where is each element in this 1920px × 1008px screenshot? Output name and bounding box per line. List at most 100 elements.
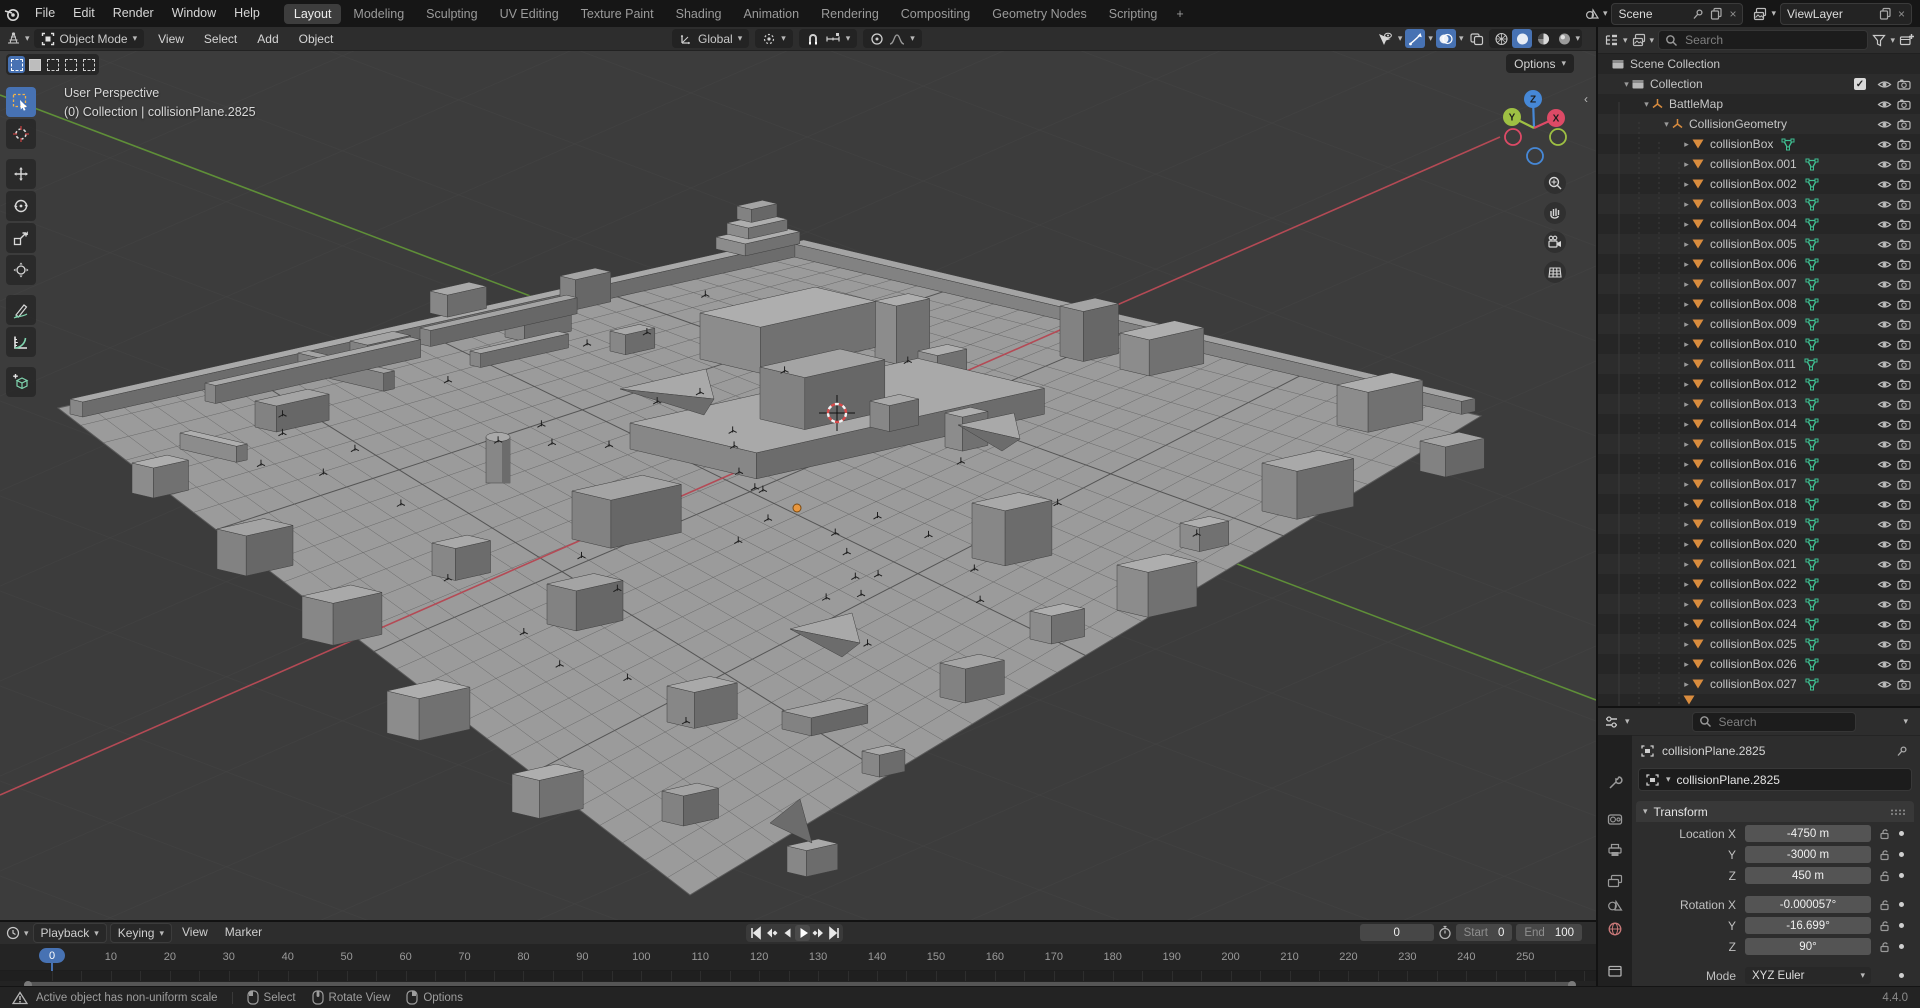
chevron-right-icon[interactable]: ▸ [1682,559,1691,570]
properties-tab-tool[interactable] [1601,770,1629,795]
outliner-item-label[interactable]: collisionBox.020 [1710,537,1797,551]
chevron-right-icon[interactable]: ▸ [1682,619,1691,630]
animate-dot[interactable] [1899,852,1904,857]
filter-icon[interactable] [1872,34,1886,47]
properties-tab-scene[interactable] [1601,893,1629,918]
chevron-right-icon[interactable]: ▸ [1682,359,1691,370]
hide-eye-icon[interactable] [1874,359,1894,370]
disable-render-icon[interactable] [1894,358,1914,370]
chevron-right-icon[interactable]: ▸ [1682,659,1691,670]
frame-start-field[interactable]: Start 0 [1456,924,1513,941]
disable-render-icon[interactable] [1894,278,1914,290]
workspace-tab-animation[interactable]: Animation [734,4,810,24]
properties-tab-collection[interactable] [1601,958,1629,983]
camera-view-button[interactable] [1544,231,1566,253]
outliner-row[interactable]: ▸collisionBox.025 [1598,634,1920,654]
gizmo-axis-z[interactable]: Z [1524,90,1542,108]
tool-measure[interactable] [6,327,36,357]
transform-value-field[interactable]: -0.000057° [1745,896,1871,913]
outliner-item-label[interactable]: BattleMap [1669,97,1723,111]
select-mode-invert[interactable] [62,56,79,73]
stopwatch-icon[interactable] [1438,925,1452,940]
outliner-row[interactable]: ▸ collisionBox.021 [1598,554,1920,574]
timeline-ruler[interactable]: 1020304050607080901001101201301401501601… [0,944,1596,971]
outliner-row[interactable]: ▸collisionBox.010 [1598,334,1920,354]
chevron-right-icon[interactable]: ▸ [1682,259,1691,270]
disable-render-icon[interactable] [1894,118,1914,130]
outliner-row[interactable]: ▸collisionBox [1598,134,1920,154]
transform-value-field[interactable]: 90° [1745,938,1871,955]
outliner-item-label[interactable]: collisionBox.026 [1710,657,1797,671]
timeline-menu-playback[interactable]: Playback▾ [33,923,107,943]
object-name-field[interactable]: ▾ collisionPlane.2825 [1638,768,1912,791]
chevron-right-icon[interactable]: ▸ [1682,599,1691,610]
disable-render-icon[interactable] [1894,318,1914,330]
disable-render-icon[interactable] [1894,78,1914,90]
chevron-right-icon[interactable]: ▸ [1682,579,1691,590]
outliner-item-label[interactable]: collisionBox.005 [1710,237,1797,251]
transform-value-field[interactable]: -3000 m [1745,846,1871,863]
disable-render-icon[interactable] [1894,658,1914,670]
hide-eye-icon[interactable] [1874,659,1894,670]
outliner-row[interactable]: ▸collisionBox.002 [1598,174,1920,194]
outliner-row[interactable]: ▸collisionBox.001 [1598,154,1920,174]
disable-render-icon[interactable] [1894,138,1914,150]
hide-eye-icon[interactable] [1874,139,1894,150]
hide-eye-icon[interactable] [1874,519,1894,530]
tool-scale[interactable] [6,223,36,253]
blender-logo-icon[interactable] [0,0,26,27]
overlays-toggle[interactable] [1436,29,1456,48]
workspace-tab-uv-editing[interactable]: UV Editing [490,4,569,24]
hide-eye-icon[interactable] [1874,219,1894,230]
mode-dropdown[interactable]: Object Mode ▾ [34,29,145,48]
viewlayer-name[interactable]: ViewLayer [1787,7,1873,21]
chevron-right-icon[interactable]: ▸ [1682,339,1691,350]
next-key-button[interactable] [811,925,826,941]
copy-icon[interactable] [1710,7,1723,20]
properties-options-icon[interactable]: ▾ [1903,716,1908,727]
add-workspace-button[interactable]: + [1169,4,1190,24]
outliner-item-label[interactable]: collisionBox.016 [1710,457,1797,471]
select-mode-extend[interactable] [26,56,43,73]
outliner-item-label[interactable]: collisionBox.021 [1710,557,1797,571]
rotation-mode-dropdown[interactable]: XYZ Euler▾ [1745,967,1871,984]
current-frame-badge[interactable]: 0 [39,948,65,963]
chevron-right-icon[interactable]: ▸ [1682,299,1691,310]
pin-icon[interactable] [1896,745,1908,757]
orientation-dropdown[interactable]: Global ▾ [672,29,749,48]
drag-dots-icon[interactable] [1889,808,1907,816]
outliner-item-label[interactable]: collisionBox.027 [1710,677,1797,691]
frame-end-field[interactable]: End 100 [1516,924,1582,941]
outliner-editor-icon[interactable] [1604,33,1619,47]
properties-tab-view-layer[interactable] [1601,868,1629,893]
disable-render-icon[interactable] [1894,198,1914,210]
outliner-item-label[interactable]: collisionBox.009 [1710,317,1797,331]
outliner-search[interactable] [1658,30,1868,50]
workspace-tab-sculpting[interactable]: Sculpting [416,4,487,24]
tool-add-cube[interactable] [6,367,36,397]
gizmo-axis-neg-x[interactable] [1505,129,1521,145]
disable-render-icon[interactable] [1894,178,1914,190]
disable-render-icon[interactable] [1894,518,1914,530]
outliner-item-label[interactable]: collisionBox.003 [1710,197,1797,211]
chevron-right-icon[interactable]: ▸ [1682,479,1691,490]
lock-icon[interactable] [1879,870,1891,882]
collapse-gizmo-arrow[interactable]: ‹ [1584,92,1588,106]
disable-render-icon[interactable] [1894,538,1914,550]
chevron-right-icon[interactable]: ▸ [1682,539,1691,550]
menu-file[interactable]: File [26,0,64,27]
hide-eye-icon[interactable] [1874,259,1894,270]
animate-dot[interactable] [1899,831,1904,836]
chevron-right-icon[interactable]: ▸ [1682,459,1691,470]
outliner-row[interactable]: ▸collisionBox.017 [1598,474,1920,494]
outliner-row[interactable]: ▸collisionBox.027 [1598,674,1920,694]
hide-eye-icon[interactable] [1874,499,1894,510]
hide-eye-icon[interactable] [1874,79,1894,90]
outliner-item-label[interactable]: collisionBox [1710,137,1773,151]
chevron-down-icon[interactable]: ▾ [1622,79,1631,90]
outliner-item-label[interactable]: collisionBox.007 [1710,277,1797,291]
current-frame-field[interactable]: 0 [1360,924,1434,941]
disable-render-icon[interactable] [1894,158,1914,170]
outliner-row[interactable]: ▸collisionBox.024 [1598,614,1920,634]
disable-render-icon[interactable] [1894,338,1914,350]
